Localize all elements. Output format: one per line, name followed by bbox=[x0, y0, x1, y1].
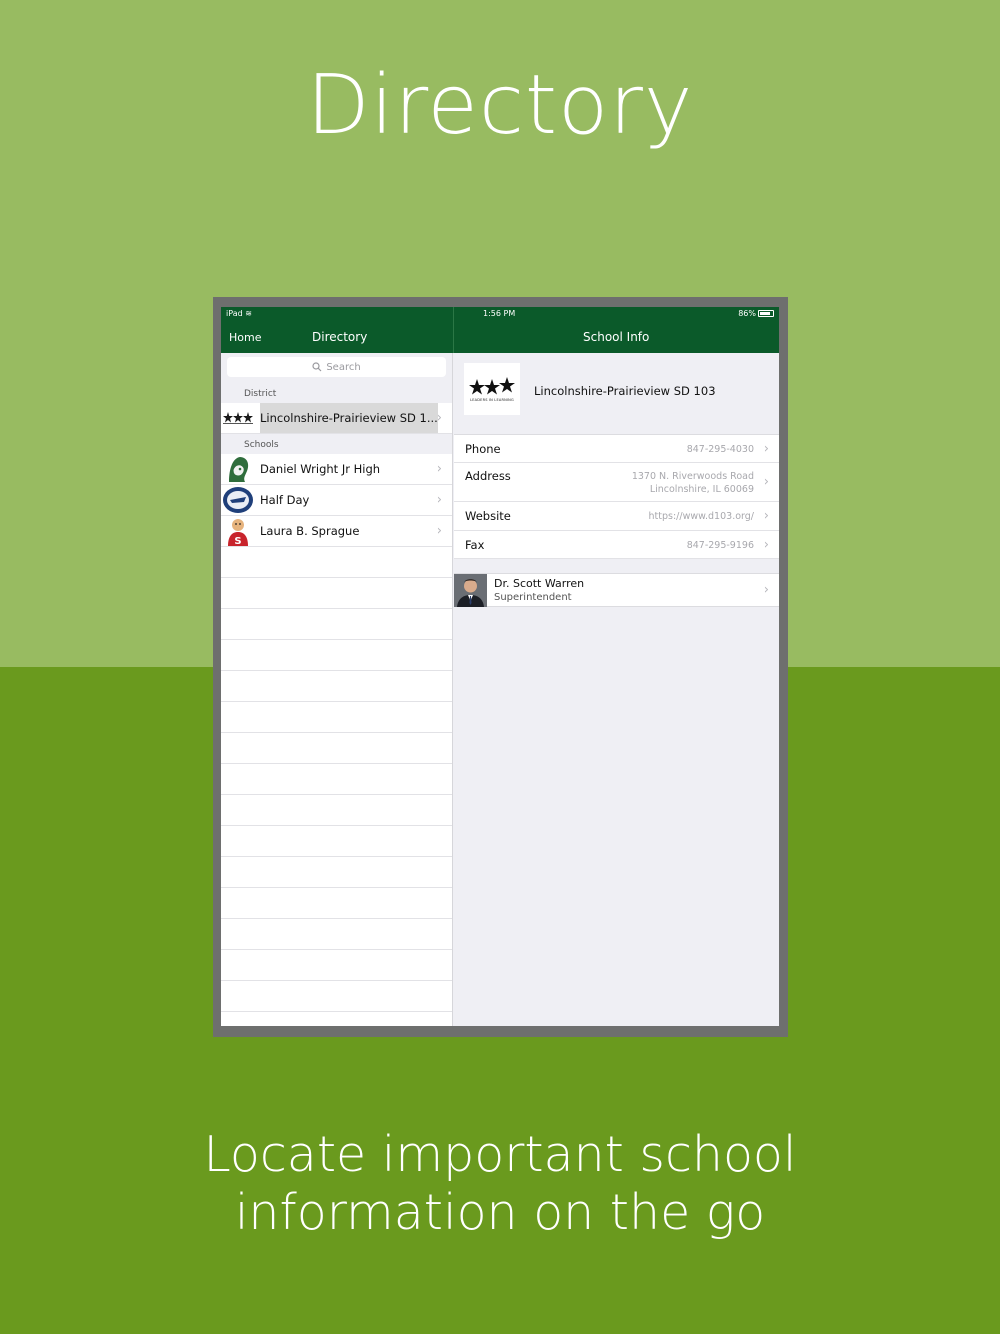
chevron-right-icon: › bbox=[763, 441, 769, 456]
empty-row bbox=[221, 950, 452, 981]
chevron-right-icon: › bbox=[763, 474, 769, 490]
school-header: LEADERS IN LEARNING Lincolnshire-Prairie… bbox=[454, 353, 779, 434]
status-battery: 86% bbox=[738, 309, 774, 318]
search-input[interactable]: Search bbox=[227, 357, 446, 377]
chevron-right-icon: › bbox=[436, 461, 442, 477]
district-name: Lincolnshire-Prairieview SD 1... bbox=[260, 403, 438, 433]
nav-divider bbox=[453, 307, 454, 353]
empty-row bbox=[221, 702, 452, 733]
website-value: https://www.d103.org/ bbox=[648, 511, 754, 522]
page-caption: Locate important school information on t… bbox=[0, 1126, 1000, 1242]
status-carrier: iPad ≋ bbox=[226, 309, 252, 318]
logo-tagline: LEADERS IN LEARNING bbox=[470, 397, 514, 402]
battery-percent: 86% bbox=[738, 309, 756, 318]
empty-row bbox=[221, 547, 452, 578]
empty-row bbox=[221, 609, 452, 640]
list-item-school[interactable]: S Laura B. Sprague › bbox=[221, 516, 452, 547]
contact-row[interactable]: Dr. Scott Warren Superintendent › bbox=[454, 573, 779, 607]
school-logo: LEADERS IN LEARNING bbox=[464, 363, 520, 415]
empty-row bbox=[221, 1012, 452, 1026]
section-header-district: District bbox=[221, 383, 452, 403]
battery-level bbox=[760, 312, 771, 315]
caption-line-2: information on the go bbox=[234, 1184, 766, 1241]
directory-list-pane: Search District Lincolnshire-Prairieview… bbox=[221, 353, 453, 1026]
empty-row bbox=[221, 919, 452, 950]
sprague-mascot-icon: S bbox=[221, 516, 255, 547]
contact-name: Dr. Scott Warren bbox=[494, 577, 585, 590]
chevron-right-icon: › bbox=[763, 508, 769, 524]
school-name: Daniel Wright Jr High bbox=[260, 462, 381, 476]
empty-row bbox=[221, 671, 452, 702]
ipad-screen: iPad ≋ 1:56 PM 86% Home Directory School… bbox=[221, 307, 779, 1026]
chevron-right-icon: › bbox=[436, 492, 442, 508]
website-label: Website bbox=[465, 509, 511, 523]
search-bar: Search bbox=[221, 353, 452, 383]
wifi-icon: ≋ bbox=[245, 309, 252, 318]
school-info-list: Phone 847-295-4030 › Address 1370 N. Riv… bbox=[454, 434, 779, 559]
list-item-school[interactable]: Half Day › bbox=[221, 485, 452, 516]
caption-line-1: Locate important school bbox=[203, 1126, 797, 1183]
battery-icon bbox=[758, 310, 774, 317]
status-time: 1:56 PM bbox=[483, 309, 516, 318]
phone-row[interactable]: Phone 847-295-4030 › bbox=[454, 435, 779, 463]
address-row[interactable]: Address 1370 N. Riverwoods Road Lincolns… bbox=[454, 463, 779, 502]
school-info-pane: LEADERS IN LEARNING Lincolnshire-Prairie… bbox=[454, 353, 779, 1026]
search-placeholder: Search bbox=[326, 361, 361, 373]
stars-logo-icon bbox=[469, 376, 515, 394]
school-name: Half Day bbox=[260, 493, 310, 507]
section-header-schools: Schools bbox=[221, 434, 452, 454]
chevron-right-icon: › bbox=[436, 410, 442, 426]
empty-row bbox=[221, 857, 452, 888]
search-icon bbox=[312, 362, 322, 372]
address-label: Address bbox=[465, 469, 511, 483]
empty-row bbox=[221, 640, 452, 671]
address-line-1: 1370 N. Riverwoods Road bbox=[631, 471, 754, 482]
stars-logo-icon bbox=[223, 412, 253, 424]
empty-row bbox=[221, 981, 452, 1012]
empty-row bbox=[221, 795, 452, 826]
website-row[interactable]: Website https://www.d103.org/ › bbox=[454, 502, 779, 531]
carrier-label: iPad bbox=[226, 309, 243, 318]
phone-value: 847-295-4030 bbox=[686, 444, 754, 455]
list-item-school[interactable]: Daniel Wright Jr High › bbox=[221, 454, 452, 485]
home-back-button[interactable]: Home bbox=[229, 331, 261, 344]
fax-label: Fax bbox=[465, 538, 485, 552]
chevron-right-icon: › bbox=[763, 582, 769, 598]
empty-row bbox=[221, 888, 452, 919]
address-value: 1370 N. Riverwoods Road Lincolnshire, IL… bbox=[632, 470, 754, 496]
district-logo-icon bbox=[221, 403, 255, 434]
fax-row[interactable]: Fax 847-295-9196 › bbox=[454, 531, 779, 559]
school-info-name: Lincolnshire-Prairieview SD 103 bbox=[534, 384, 716, 398]
right-pane-title: School Info bbox=[583, 330, 650, 344]
page-headline: Directory bbox=[306, 58, 694, 153]
chevron-right-icon: › bbox=[436, 523, 442, 539]
empty-row bbox=[221, 733, 452, 764]
navigation-bar: iPad ≋ 1:56 PM 86% Home Directory School… bbox=[221, 307, 779, 353]
spartan-logo-icon bbox=[221, 454, 255, 485]
chevron-right-icon: › bbox=[763, 537, 769, 552]
left-pane-title: Directory bbox=[312, 330, 368, 344]
fax-value: 847-295-9196 bbox=[686, 540, 754, 551]
empty-row bbox=[221, 764, 452, 795]
school-name: Laura B. Sprague bbox=[260, 524, 360, 538]
avatar bbox=[454, 574, 487, 607]
address-line-2: Lincolnshire, IL 60069 bbox=[649, 484, 754, 495]
half-day-logo-icon bbox=[221, 485, 255, 516]
person-photo-icon bbox=[454, 574, 487, 607]
empty-row bbox=[221, 826, 452, 857]
svg-text:S: S bbox=[234, 536, 241, 546]
empty-list-area bbox=[221, 547, 452, 1026]
list-item-district[interactable]: Lincolnshire-Prairieview SD 1... › bbox=[221, 403, 452, 434]
empty-row bbox=[221, 578, 452, 609]
phone-label: Phone bbox=[465, 442, 501, 456]
contact-title: Superintendent bbox=[494, 592, 572, 603]
